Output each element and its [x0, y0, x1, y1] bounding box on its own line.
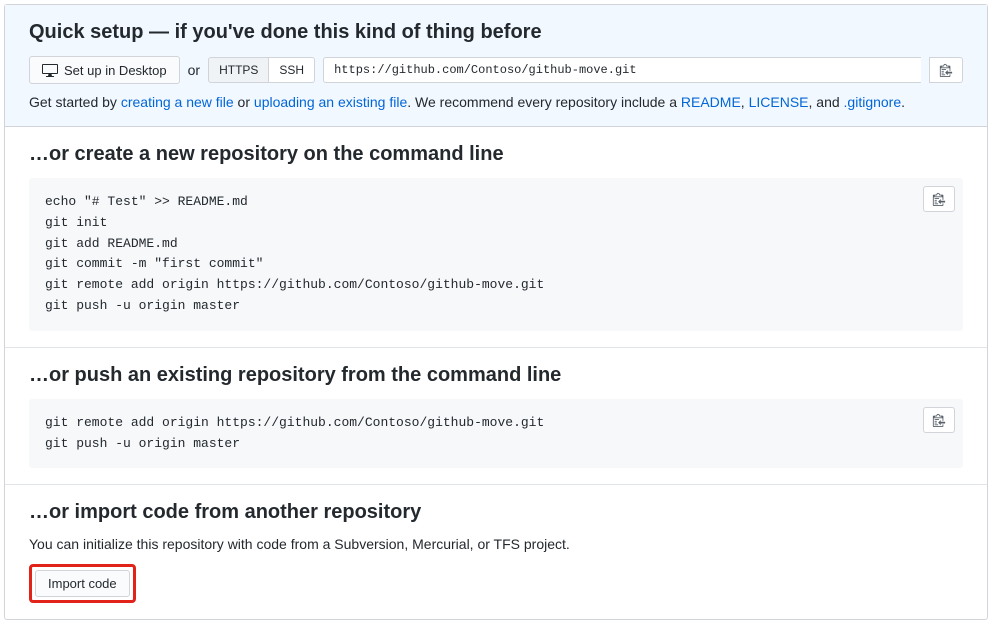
clone-url-input[interactable]: [323, 57, 921, 83]
setup-desktop-button[interactable]: Set up in Desktop: [29, 56, 180, 84]
desktop-icon: [42, 62, 58, 78]
push-repo-title: …or push an existing repository from the…: [29, 364, 963, 387]
copy-create-button[interactable]: [923, 186, 955, 212]
create-file-link[interactable]: creating a new file: [121, 94, 234, 110]
clipboard-icon: [932, 192, 946, 206]
push-repo-section: …or push an existing repository from the…: [5, 348, 987, 486]
https-tab[interactable]: HTTPS: [208, 57, 269, 83]
import-title: …or import code from another repository: [29, 501, 963, 524]
push-code-wrap: git remote add origin https://github.com…: [29, 399, 963, 469]
upload-file-link[interactable]: uploading an existing file: [254, 94, 407, 110]
import-code-button[interactable]: Import code: [35, 570, 130, 597]
help-text: Get started by creating a new file or up…: [29, 94, 963, 110]
protocol-switcher: HTTPS SSH: [208, 57, 315, 83]
clipboard-icon: [932, 413, 946, 427]
setup-desktop-label: Set up in Desktop: [64, 63, 167, 78]
readme-link[interactable]: README: [681, 94, 741, 110]
repo-empty-state: Quick setup — if you've done this kind o…: [4, 4, 988, 620]
create-repo-section: …or create a new repository on the comma…: [5, 127, 987, 348]
license-link[interactable]: LICENSE: [749, 94, 809, 110]
import-desc: You can initialize this repository with …: [29, 536, 963, 552]
clipboard-icon: [939, 63, 953, 77]
quick-setup-panel: Quick setup — if you've done this kind o…: [5, 5, 987, 127]
copy-push-button[interactable]: [923, 407, 955, 433]
clone-row: Set up in Desktop or HTTPS SSH: [29, 56, 963, 84]
copy-url-button[interactable]: [929, 57, 963, 83]
import-highlight: Import code: [29, 564, 136, 603]
create-code-block: echo "# Test" >> README.md git init git …: [29, 178, 963, 331]
quick-setup-title: Quick setup — if you've done this kind o…: [29, 21, 963, 44]
create-repo-title: …or create a new repository on the comma…: [29, 143, 963, 166]
push-code-block: git remote add origin https://github.com…: [29, 399, 963, 469]
ssh-tab[interactable]: SSH: [269, 57, 315, 83]
or-text: or: [188, 62, 200, 78]
gitignore-link[interactable]: .gitignore: [844, 94, 902, 110]
import-section: …or import code from another repository …: [5, 485, 987, 619]
create-code-wrap: echo "# Test" >> README.md git init git …: [29, 178, 963, 331]
